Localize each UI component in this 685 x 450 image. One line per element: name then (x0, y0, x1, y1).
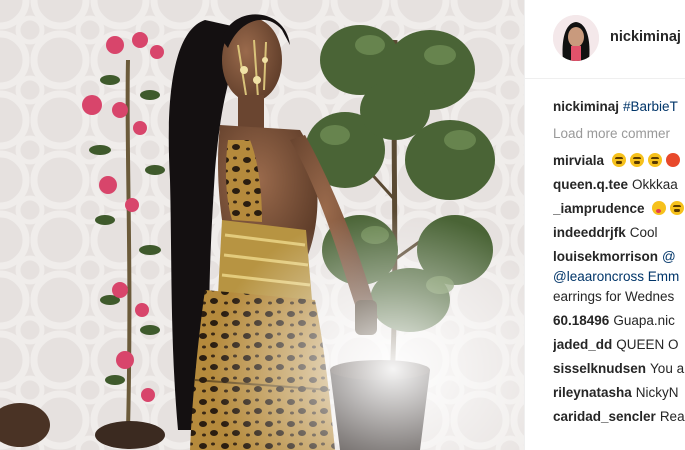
post-sidebar: nickiminaj nickiminaj #BarbieT Load more … (524, 0, 685, 450)
comment-username[interactable]: jaded_dd (553, 337, 612, 352)
comment-username[interactable]: louisekmorrison (553, 249, 658, 264)
comment-username[interactable]: 60.18496 (553, 313, 609, 328)
comment-text: Guapa.nic (613, 313, 675, 328)
post-photo[interactable] (0, 0, 524, 450)
post-username[interactable]: nickiminaj (610, 29, 681, 45)
comment-username[interactable]: mirviala (553, 153, 604, 168)
post-header: nickiminaj (525, 0, 685, 79)
comment-username[interactable]: rileynatasha (553, 385, 632, 400)
comment-username[interactable]: indeeddrjfk (553, 225, 626, 240)
caption: nickiminaj #BarbieT (553, 97, 685, 121)
comment-row: _iamprudence (553, 199, 685, 223)
comment-mention[interactable]: @ (662, 249, 676, 264)
weary-face-emoji-icon (647, 153, 662, 167)
comment-row: rileynatasha NickyN (553, 383, 685, 407)
avatar-image (553, 15, 599, 61)
caption-username[interactable]: nickiminaj (553, 99, 619, 114)
comment-text: QUEEN O (616, 337, 679, 352)
comment-row: 60.18496 Guapa.nic (553, 311, 685, 335)
load-more-comments-button[interactable]: Load more commer (553, 121, 685, 151)
comment-row: queen.q.tee Okkkaa (553, 175, 685, 199)
comment-username[interactable]: queen.q.tee (553, 177, 628, 192)
comment-row: jaded_dd QUEEN O (553, 335, 685, 359)
post-image (0, 0, 524, 450)
comment-text: earrings for Wednes (553, 289, 675, 304)
kissing-face-emoji-icon (652, 201, 667, 215)
red-emoji-icon (665, 153, 680, 167)
comment-row: caridad_sencler Rea (553, 407, 685, 431)
weary-face-emoji-icon (629, 153, 644, 167)
weary-face-emoji-icon (611, 153, 626, 167)
comment-text: You a (650, 361, 685, 376)
comment-row: indeeddrjfk Cool (553, 223, 685, 247)
comment-mention[interactable]: @leaaroncross Emm (553, 269, 679, 284)
comment-row: louisekmorrison @ @leaaroncross Emm earri… (553, 247, 685, 311)
comment-row: mirviala (553, 151, 685, 175)
comment-username[interactable]: sisselknudsen (553, 361, 646, 376)
comment-text: Rea (659, 409, 685, 424)
comment-row: sisselknudsen You a (553, 359, 685, 383)
comment-text: NickyN (635, 385, 679, 400)
comments-list: nickiminaj #BarbieT Load more commer mirv… (553, 97, 685, 431)
caption-hashtag[interactable]: #BarbieT (623, 99, 678, 114)
comment-username[interactable]: caridad_sencler (553, 409, 656, 424)
comment-username[interactable]: _iamprudence (553, 201, 645, 216)
avatar[interactable] (553, 15, 599, 61)
comment-text: Cool (629, 225, 658, 240)
comment-text: Okkkaa (632, 177, 678, 192)
smiling-face-emoji-icon (670, 201, 685, 215)
